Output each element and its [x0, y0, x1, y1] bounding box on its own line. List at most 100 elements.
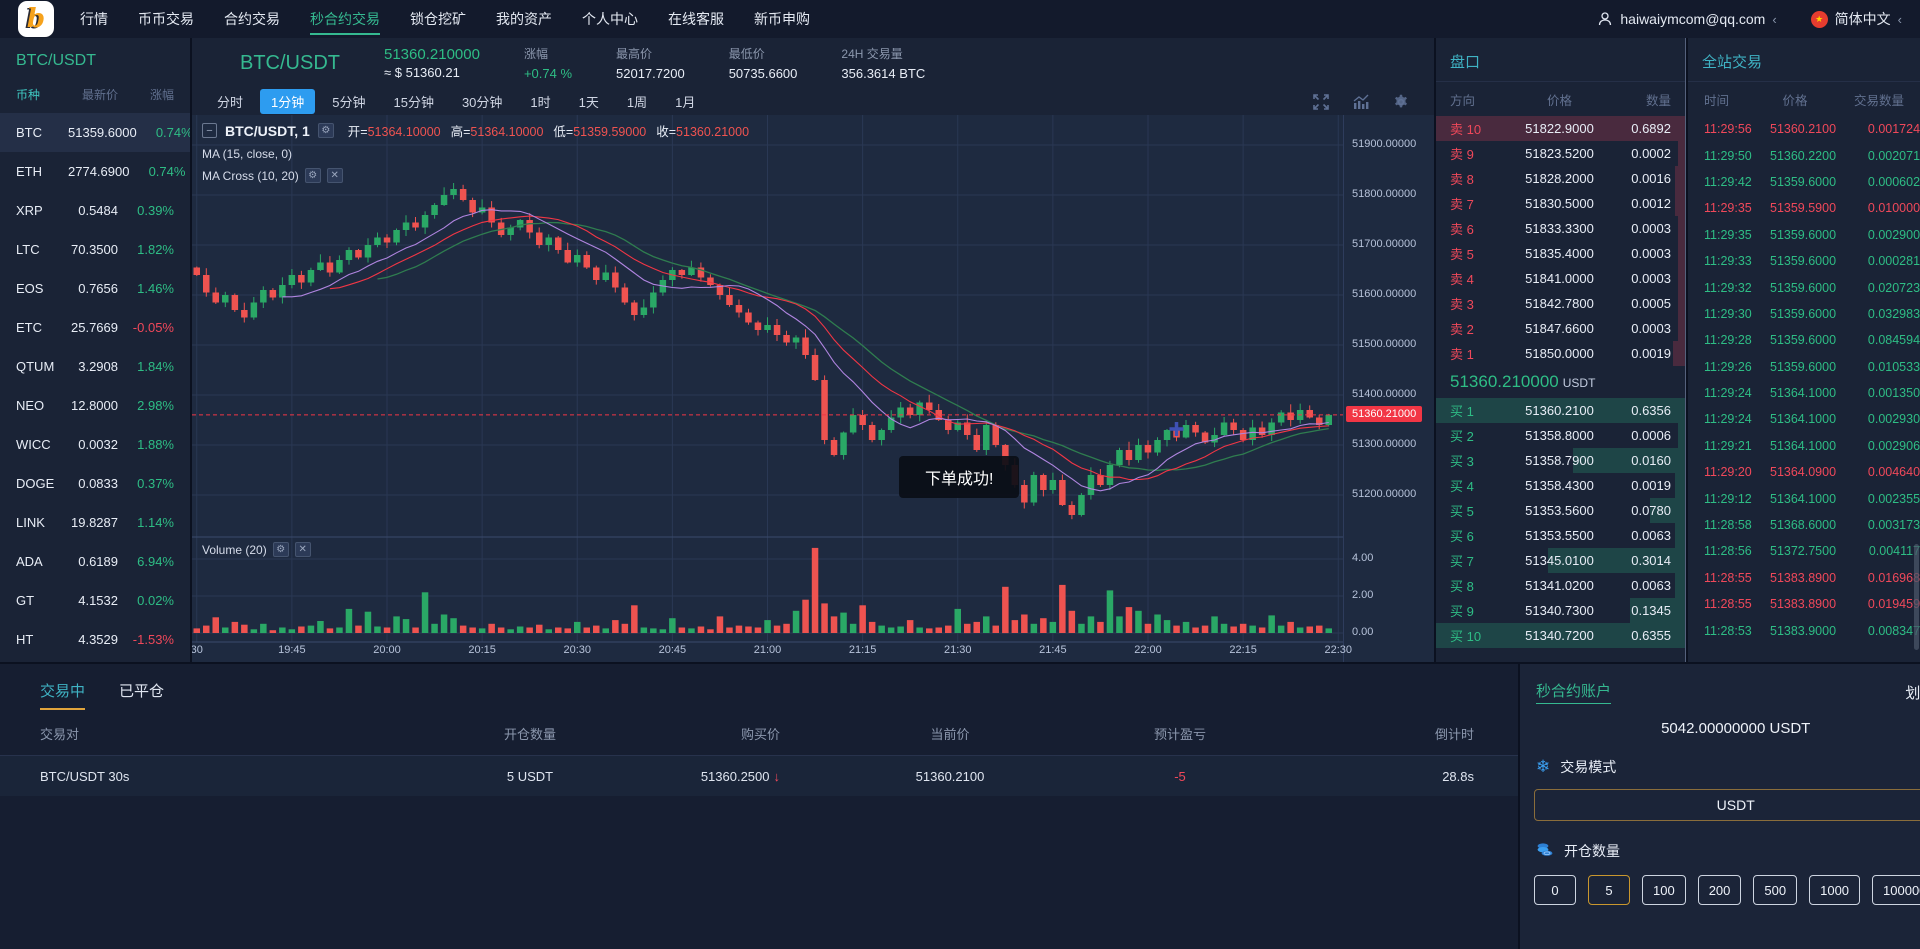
nav-item-币币交易[interactable]: 币币交易	[138, 0, 194, 38]
open-amount-label: 开仓数量	[1564, 843, 1620, 859]
amount-button-100000[interactable]: 100000	[1872, 875, 1920, 905]
interval-1分钟[interactable]: 1分钟	[260, 89, 316, 114]
scrollbar-thumb[interactable]	[1914, 544, 1919, 650]
nav-item-行情[interactable]: 行情	[80, 0, 108, 38]
interval-5分钟[interactable]: 5分钟	[321, 89, 376, 114]
trade-amount: 0.004640	[1867, 465, 1920, 480]
indicator-close-icon[interactable]: ✕	[326, 168, 343, 183]
bid-row[interactable]: 买 1 51360.2100 0.6356	[1436, 398, 1685, 423]
nav-item-在线客服[interactable]: 在线客服	[668, 0, 724, 38]
watchlist-row-LINK[interactable]: LINK 19.8287 1.14%	[0, 503, 190, 542]
watchlist-row-ETC[interactable]: ETC 25.7669 -0.05%	[0, 308, 190, 347]
col-coin[interactable]: 币种	[16, 86, 68, 103]
interval-1月[interactable]: 1月	[664, 89, 706, 114]
nav-item-合约交易[interactable]: 合约交易	[224, 0, 280, 38]
bid-row[interactable]: 买 9 51340.7300 0.1345	[1436, 598, 1685, 623]
candlestick-chart[interactable]: 51900.00000 51800.00000 51700.00000 51600.0…	[192, 115, 1434, 662]
price-axis[interactable]: 51900.00000 51800.00000 51700.00000 51600.0…	[1343, 115, 1434, 662]
bid-row[interactable]: 买 4 51358.4300 0.0019	[1436, 473, 1685, 498]
col-price[interactable]: 最新价	[68, 86, 118, 103]
trade-mode-select[interactable]: USDT	[1534, 789, 1920, 821]
indicator-icon[interactable]	[1352, 93, 1370, 111]
bid-row[interactable]: 买 5 51353.5600 0.0780	[1436, 498, 1685, 523]
bid-row[interactable]: 买 10 51340.7200 0.6355	[1436, 623, 1685, 648]
watchlist-row-ETH[interactable]: ETH 2774.6900 0.74%	[0, 152, 190, 191]
amount-button-200[interactable]: 200	[1697, 875, 1742, 905]
amount-button-500[interactable]: 500	[1753, 875, 1798, 905]
amount-button-5[interactable]: 5	[1588, 875, 1630, 905]
nav-item-我的资产[interactable]: 我的资产	[496, 0, 552, 38]
watchlist-row-LTC[interactable]: LTC 70.3500 1.82%	[0, 230, 190, 269]
chevron-icon: ‹	[1772, 11, 1777, 27]
col-change[interactable]: 涨幅	[118, 86, 174, 103]
bid-row[interactable]: 买 2 51358.8000 0.0006	[1436, 423, 1685, 448]
coin-price: 25.7669	[71, 320, 118, 335]
interval-1时[interactable]: 1时	[519, 89, 561, 114]
watchlist-row-QTUM[interactable]: QTUM 3.2908 1.84%	[0, 347, 190, 386]
watchlist-row-NEO[interactable]: NEO 12.8000 2.98%	[0, 386, 190, 425]
coin-change: 1.14%	[137, 515, 174, 530]
volume-gear-icon[interactable]: ⚙	[272, 542, 289, 557]
watchlist-row-XRP[interactable]: XRP 0.5484 0.39%	[0, 191, 190, 230]
ask-row[interactable]: 卖 9 51823.5200 0.0002	[1436, 141, 1685, 166]
interval-30分钟[interactable]: 30分钟	[451, 89, 513, 114]
ask-row[interactable]: 卖 2 51847.6600 0.0003	[1436, 316, 1685, 341]
ask-row[interactable]: 卖 4 51841.0000 0.0003	[1436, 266, 1685, 291]
interval-1周[interactable]: 1周	[616, 89, 658, 114]
trade-time: 11:29:35	[1704, 227, 1752, 242]
ob-price: 51842.7800	[1525, 296, 1594, 311]
bid-row[interactable]: 买 8 51341.0200 0.0063	[1436, 573, 1685, 598]
order-success-toast: 下单成功!	[899, 456, 1020, 498]
interval-1天[interactable]: 1天	[568, 89, 610, 114]
ob-direction: 卖 10	[1450, 122, 1482, 137]
ask-row[interactable]: 卖 6 51833.3300 0.0003	[1436, 216, 1685, 241]
watchlist-row-HT[interactable]: HT 4.3529 -1.53%	[0, 620, 190, 659]
amount-button-1000[interactable]: 1000	[1809, 875, 1861, 905]
tab-已平仓[interactable]: 已平仓	[119, 680, 164, 710]
bid-row[interactable]: 买 6 51353.5500 0.0063	[1436, 523, 1685, 548]
coin-price: 2774.6900	[68, 164, 130, 179]
coin-symbol: EOS	[16, 281, 44, 296]
watchlist-row-WICC[interactable]: WICC 0.0032 1.88%	[0, 425, 190, 464]
tab-交易中[interactable]: 交易中	[40, 680, 86, 710]
fullscreen-icon[interactable]	[1312, 93, 1330, 111]
watchlist-row-EOS[interactable]: EOS 0.7656 1.46%	[0, 269, 190, 308]
chart-canvas[interactable]	[192, 115, 1343, 662]
nav-item-锁仓挖矿[interactable]: 锁仓挖矿	[410, 0, 466, 38]
ob-amount: 0.0002	[1631, 146, 1671, 161]
watchlist-row-BTC[interactable]: BTC 51359.6000 0.74%	[0, 113, 190, 152]
brand-logo[interactable]: b	[18, 1, 54, 37]
ask-row[interactable]: 卖 8 51828.2000 0.0016	[1436, 166, 1685, 191]
nav-item-新币申购[interactable]: 新币申购	[754, 0, 810, 38]
ask-row[interactable]: 卖 3 51842.7800 0.0005	[1436, 291, 1685, 316]
ask-row[interactable]: 卖 10 51822.9000 0.6892	[1436, 116, 1685, 141]
language-selector[interactable]: ★ 简体中文 ‹	[1810, 9, 1902, 29]
trade-row: 11:29:26 51359.6000 0.010533	[1688, 354, 1920, 380]
bid-row[interactable]: 买 7 51345.0100 0.3014	[1436, 548, 1685, 573]
ob-direction: 买 10	[1450, 629, 1482, 644]
bid-row[interactable]: 买 3 51358.7900 0.0160	[1436, 448, 1685, 473]
trade-amount: 0.003173	[1867, 518, 1920, 533]
watchlist-row-DOGE[interactable]: DOGE 0.0833 0.37%	[0, 464, 190, 503]
trade-price: 51360.2200	[1770, 148, 1837, 163]
interval-15分钟[interactable]: 15分钟	[382, 89, 444, 114]
nav-item-个人中心[interactable]: 个人中心	[582, 0, 638, 38]
watchlist-row-ADA[interactable]: ADA 0.6189 6.94%	[0, 542, 190, 581]
depth-bar	[1677, 423, 1685, 448]
ob-amount: 0.1345	[1631, 603, 1671, 618]
chart-settings-gear-icon[interactable]	[1392, 93, 1410, 111]
ask-row[interactable]: 卖 1 51850.0000 0.0019	[1436, 341, 1685, 366]
amount-button-100[interactable]: 100	[1642, 875, 1686, 905]
volume-close-icon[interactable]: ✕	[294, 542, 311, 557]
ask-row[interactable]: 卖 5 51835.4000 0.0003	[1436, 241, 1685, 266]
nav-item-秒合约交易[interactable]: 秒合约交易	[310, 0, 380, 38]
ask-row[interactable]: 卖 7 51830.5000 0.0012	[1436, 191, 1685, 216]
user-icon	[1597, 11, 1613, 27]
interval-分时[interactable]: 分时	[206, 89, 254, 114]
transfer-link[interactable]: 划转	[1905, 682, 1920, 703]
amount-button-0[interactable]: 0	[1534, 875, 1576, 905]
user-account-menu[interactable]: haiwaiymcom@qq.com ‹	[1597, 11, 1777, 27]
time-axis[interactable]: 30 19:45 20:00 20:15 20:30 20:45 21:00 21:15 21:…	[192, 644, 1352, 662]
indicator-gear-icon[interactable]: ⚙	[304, 168, 321, 183]
watchlist-row-GT[interactable]: GT 4.1532 0.02%	[0, 581, 190, 620]
